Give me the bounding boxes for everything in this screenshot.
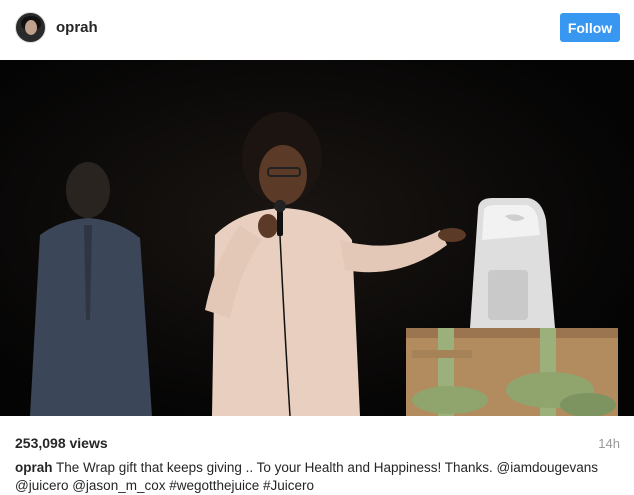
username-link[interactable]: oprah — [56, 19, 98, 36]
juicer-machine — [470, 198, 555, 328]
video-player[interactable] — [0, 60, 634, 416]
post-header: oprah Follow — [0, 0, 634, 58]
caption-text: The Wrap gift that keeps giving .. To yo… — [15, 460, 599, 493]
video-frame — [0, 60, 634, 416]
view-count: 253,098 views — [15, 435, 108, 451]
avatar-face-shape — [25, 20, 37, 35]
gift-box — [406, 328, 618, 416]
post-footer: 253,098 views 14h oprah The Wrap gift th… — [0, 416, 634, 495]
post-timestamp[interactable]: 14h — [598, 436, 620, 451]
avatar[interactable] — [15, 12, 46, 43]
caption-author-link[interactable]: oprah — [15, 460, 53, 475]
follow-button[interactable]: Follow — [560, 13, 620, 42]
caption: oprah The Wrap gift that keeps giving ..… — [15, 459, 625, 495]
